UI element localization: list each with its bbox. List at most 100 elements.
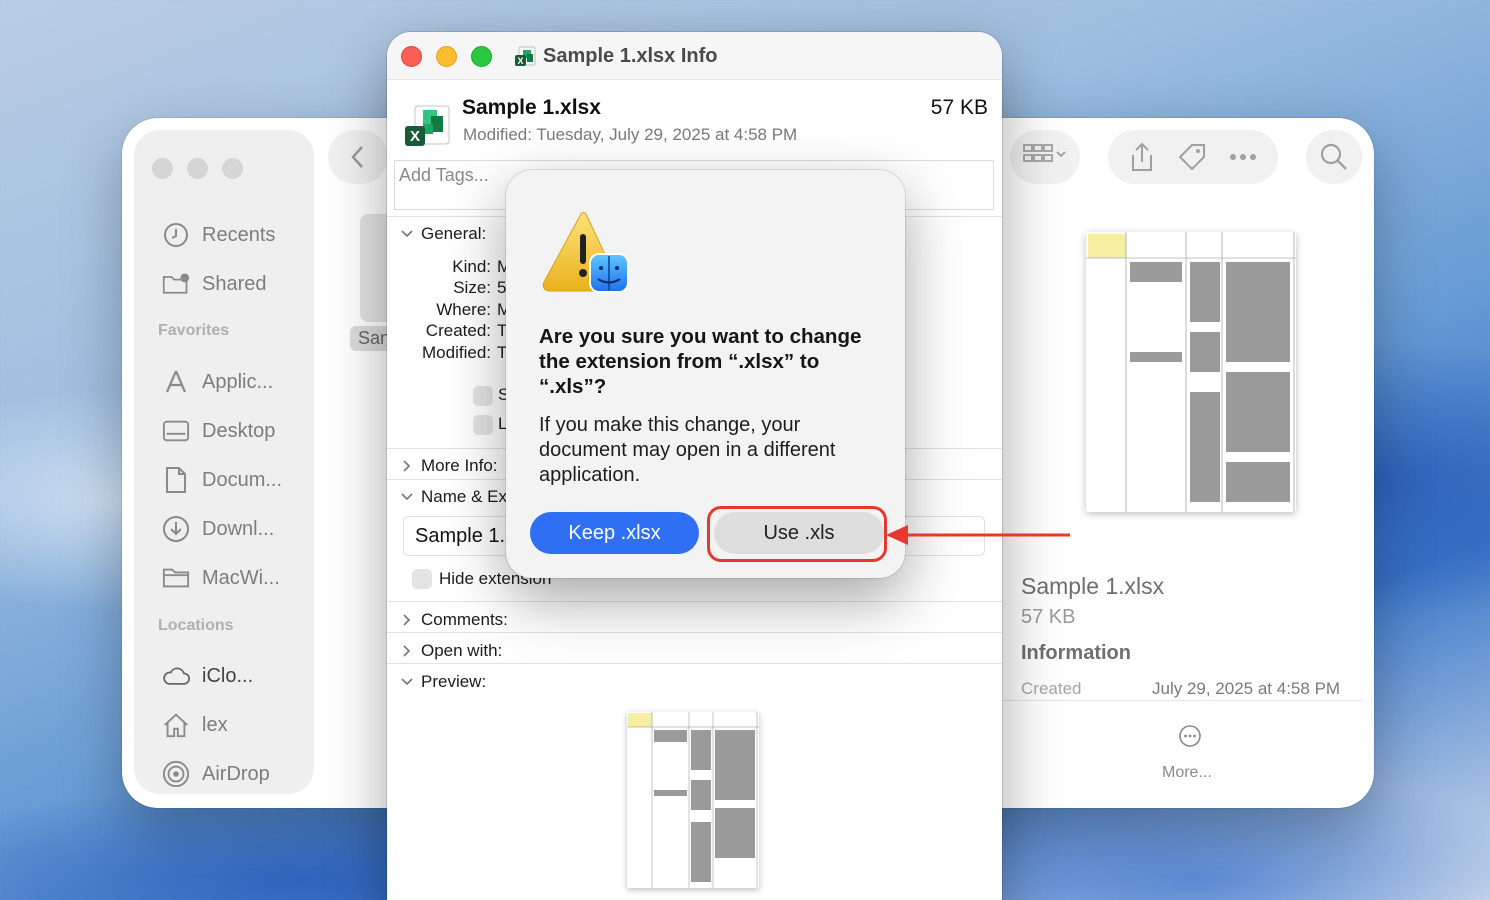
svg-text:X: X xyxy=(410,128,420,145)
sidebar-item-desktop[interactable]: Desktop xyxy=(162,416,275,446)
search-icon xyxy=(1320,143,1347,170)
sidebar-item-airdrop[interactable]: AirDrop xyxy=(162,759,270,789)
shared-folder-icon xyxy=(162,270,190,298)
sidebar-item-label: lex xyxy=(202,713,228,736)
section-comments[interactable]: Comments: xyxy=(401,610,508,630)
where-label: Where: xyxy=(436,300,491,319)
close-button[interactable] xyxy=(401,46,422,67)
back-button[interactable] xyxy=(328,130,388,184)
section-name-extension-label: Name & Ex xyxy=(421,487,507,506)
search-button[interactable] xyxy=(1306,130,1362,184)
file-size: 57 KB xyxy=(930,96,988,119)
chevron-right-icon xyxy=(403,645,411,657)
stationery-checkbox[interactable] xyxy=(473,386,493,406)
icloud-icon xyxy=(162,662,190,690)
created-value: July 29, 2025 at 4:58 PM xyxy=(1152,679,1341,698)
size-label: Size: xyxy=(453,278,491,297)
applications-icon xyxy=(162,368,190,396)
finder-window-controls xyxy=(152,158,243,179)
sidebar-item-label: Shared xyxy=(202,272,267,295)
more-icon[interactable] xyxy=(1229,153,1257,161)
kind-label: Kind: xyxy=(452,257,491,276)
spreadsheet-preview-small xyxy=(627,712,759,888)
chevron-right-icon xyxy=(403,460,411,472)
sidebar-item-label: Desktop xyxy=(202,419,276,442)
divider xyxy=(1002,700,1362,701)
locked-checkbox[interactable] xyxy=(473,415,493,435)
desktop-icon xyxy=(162,417,190,445)
section-comments-label: Comments: xyxy=(421,610,508,629)
information-heading: Information xyxy=(1021,642,1131,664)
chevron-right-icon xyxy=(403,614,411,626)
view-options-button[interactable] xyxy=(1010,130,1080,184)
divider xyxy=(387,663,1002,664)
chevron-left-icon xyxy=(351,146,363,168)
alert-message: If you make this change, your document m… xyxy=(539,414,836,486)
section-preview-label: Preview: xyxy=(421,672,487,691)
chevron-down-icon xyxy=(401,230,413,238)
toolbar-actions-group xyxy=(1108,130,1278,184)
clock-icon xyxy=(162,221,190,249)
sidebar-item-label: MacWi... xyxy=(202,566,280,589)
sidebar-item-home[interactable]: lex xyxy=(162,710,228,740)
sidebar-item-label: iClo... xyxy=(202,664,254,687)
section-preview[interactable]: Preview: xyxy=(401,672,486,692)
sidebar-item-applications[interactable]: Applic... xyxy=(162,367,273,397)
annotation-arrow-icon xyxy=(884,520,1074,555)
excel-file-icon-large: X xyxy=(403,104,453,155)
sidebar-section-favorites: Favorites xyxy=(158,322,230,339)
minimize-button[interactable] xyxy=(436,46,457,67)
section-name-extension[interactable]: Name & Ex xyxy=(401,487,507,507)
info-titlebar: X Sample 1.xlsx Info xyxy=(387,32,1002,80)
hide-extension-checkbox[interactable] xyxy=(412,569,432,589)
grid-view-icon xyxy=(1023,144,1066,162)
file-name: Sample 1.xlsx xyxy=(462,96,601,119)
excel-file-icon: X xyxy=(513,45,537,74)
spreadsheet-thumbnail-icon xyxy=(627,712,759,888)
close-button[interactable] xyxy=(152,158,173,179)
sidebar-item-shared[interactable]: Shared xyxy=(162,269,267,299)
document-icon xyxy=(162,466,190,494)
sidebar-item-macwin[interactable]: MacWi... xyxy=(162,563,280,593)
section-open-with-label: Open with: xyxy=(421,641,503,660)
sidebar-item-icloud[interactable]: iClo... xyxy=(162,661,253,691)
preview-file-size: 57 KB xyxy=(1021,606,1076,628)
sidebar-item-label: Docum... xyxy=(202,468,283,491)
window-title: Sample 1.xlsx Info xyxy=(543,45,718,67)
download-icon xyxy=(162,515,190,543)
spreadsheet-preview-large xyxy=(1086,232,1296,512)
sidebar-section-locations: Locations xyxy=(158,617,234,634)
zoom-button[interactable] xyxy=(471,46,492,67)
divider xyxy=(387,632,1002,633)
share-icon[interactable] xyxy=(1129,142,1155,172)
chevron-down-icon xyxy=(401,493,413,501)
finder-sidebar: Recents Shared Favorites Applic... Deskt… xyxy=(134,130,314,794)
annotation-highlight-box xyxy=(707,506,887,562)
section-open-with[interactable]: Open with: xyxy=(401,641,502,661)
zoom-button[interactable] xyxy=(222,158,243,179)
sidebar-item-label: Downl... xyxy=(202,517,275,540)
more-circle-icon[interactable] xyxy=(1178,724,1202,753)
sidebar-item-label: AirDrop xyxy=(202,762,270,785)
section-general-label: General: xyxy=(421,224,487,243)
created-label: Created: xyxy=(425,321,491,340)
section-more-info-label: More Info: xyxy=(421,456,498,475)
chevron-down-icon xyxy=(401,678,413,686)
airdrop-icon xyxy=(162,760,190,788)
alert-title: Are you sure you want to change the exte… xyxy=(539,325,862,398)
preview-file-name: Sample 1.xlsx xyxy=(1021,573,1165,599)
sidebar-item-documents[interactable]: Docum... xyxy=(162,465,282,495)
tag-icon[interactable] xyxy=(1177,142,1207,172)
keep-xlsx-button[interactable]: Keep .xlsx xyxy=(530,512,699,554)
sidebar-item-recents[interactable]: Recents xyxy=(162,220,275,250)
spreadsheet-thumbnail-icon xyxy=(1086,232,1296,512)
section-more-info[interactable]: More Info: xyxy=(401,456,498,476)
svg-text:X: X xyxy=(517,56,523,66)
more-button[interactable]: More... xyxy=(1162,764,1212,782)
minimize-button[interactable] xyxy=(187,158,208,179)
warning-icon xyxy=(540,210,632,301)
folder-icon xyxy=(162,564,190,592)
modified-date: Modified: Tuesday, July 29, 2025 at 4:58… xyxy=(463,125,798,144)
section-general[interactable]: General: xyxy=(401,224,486,244)
sidebar-item-downloads[interactable]: Downl... xyxy=(162,514,274,544)
